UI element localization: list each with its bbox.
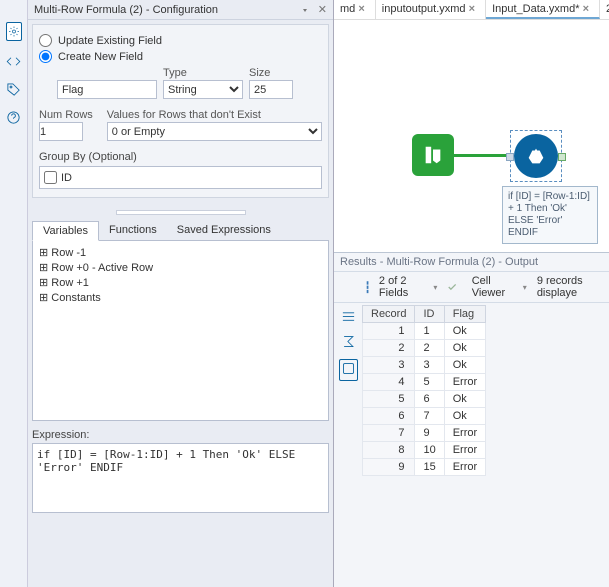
field-name-input[interactable] bbox=[57, 80, 157, 99]
input-anchor[interactable] bbox=[506, 153, 514, 161]
connection-line[interactable] bbox=[454, 154, 510, 157]
table-row: 22Ok bbox=[363, 340, 486, 357]
close-icon[interactable]: × bbox=[469, 3, 475, 15]
tree-row-active[interactable]: ⊞ Row +0 - Active Row bbox=[37, 260, 324, 275]
input-tool[interactable] bbox=[412, 134, 454, 176]
tag-icon[interactable] bbox=[6, 81, 22, 97]
results-grid[interactable]: RecordIDFlag 11Ok 22Ok 33Ok 45Error 56Ok… bbox=[362, 305, 486, 476]
radio-update-label: Update Existing Field bbox=[58, 35, 162, 47]
close-icon[interactable]: × bbox=[358, 3, 364, 15]
code-icon[interactable] bbox=[6, 53, 22, 69]
records-count: 9 records displaye bbox=[537, 275, 603, 299]
table-row: 915Error bbox=[363, 459, 486, 476]
results-title: Results - Multi-Row Formula (2) - Output bbox=[334, 253, 609, 271]
groupby-id-checkbox[interactable] bbox=[44, 171, 57, 184]
workflow-canvas[interactable]: if [ID] = [Row-1:ID] + 1 Then 'Ok' ELSE … bbox=[334, 20, 609, 252]
sigma-icon[interactable] bbox=[341, 334, 356, 349]
multirow-tool[interactable] bbox=[510, 130, 562, 182]
results-icon-rail bbox=[334, 303, 362, 476]
table-row: 79Error bbox=[363, 425, 486, 442]
setup-icon[interactable] bbox=[6, 22, 22, 41]
data-icon[interactable] bbox=[341, 361, 356, 376]
radio-update[interactable] bbox=[39, 34, 52, 47]
tree-row-plus1[interactable]: ⊞ Row +1 bbox=[37, 275, 324, 290]
expression-label: Expression: bbox=[32, 429, 329, 441]
file-tab-3[interactable]: 2021 bbox=[600, 0, 609, 19]
radio-create-label: Create New Field bbox=[58, 51, 143, 63]
groupby-box: ID bbox=[39, 166, 322, 189]
progress-bar bbox=[116, 210, 246, 215]
config-form: Update Existing Field Create New Field T… bbox=[32, 24, 329, 198]
table-row: 45Error bbox=[363, 374, 486, 391]
fields-count[interactable]: 2 of 2 Fields bbox=[379, 275, 423, 299]
close-icon[interactable]: ✕ bbox=[318, 0, 327, 20]
close-icon[interactable]: × bbox=[583, 3, 589, 15]
table-row: 67Ok bbox=[363, 408, 486, 425]
col-flag[interactable]: Flag bbox=[444, 306, 485, 323]
file-tab-0[interactable]: md × bbox=[334, 0, 376, 19]
numrows-label: Num Rows bbox=[39, 109, 93, 121]
file-tab-1[interactable]: inputoutput.yxmd × bbox=[376, 0, 486, 19]
tab-saved[interactable]: Saved Expressions bbox=[167, 221, 281, 240]
tree-row-minus1[interactable]: ⊞ Row -1 bbox=[37, 245, 324, 260]
tab-functions[interactable]: Functions bbox=[99, 221, 167, 240]
size-input[interactable] bbox=[249, 80, 293, 99]
expression-input[interactable]: if [ID] = [Row-1:ID] + 1 Then 'Ok' ELSE … bbox=[32, 443, 329, 513]
type-label: Type bbox=[163, 67, 243, 79]
table-row: 11Ok bbox=[363, 323, 486, 340]
table-row: 33Ok bbox=[363, 357, 486, 374]
file-tab-2[interactable]: Input_Data.yxmd* × bbox=[486, 0, 600, 19]
panel-title: Multi-Row Formula (2) - Configuration bbox=[34, 0, 218, 20]
missing-select[interactable]: 0 or Empty bbox=[107, 122, 322, 141]
output-anchor[interactable] bbox=[558, 153, 566, 161]
table-row: 810Error bbox=[363, 442, 486, 459]
panel-title-bar: Multi-Row Formula (2) - Configuration ✕ bbox=[28, 0, 333, 20]
cell-viewer[interactable]: Cell Viewer bbox=[472, 275, 513, 299]
type-select[interactable]: String bbox=[163, 80, 243, 99]
pin-icon[interactable] bbox=[300, 5, 310, 15]
tree-constants[interactable]: ⊞ Constants bbox=[37, 290, 324, 305]
check-icon[interactable] bbox=[447, 280, 457, 294]
results-panel: Results - Multi-Row Formula (2) - Output… bbox=[334, 252, 609, 587]
variable-tree[interactable]: ⊞ Row -1 ⊞ Row +0 - Active Row ⊞ Row +1 … bbox=[32, 241, 329, 421]
numrows-input[interactable] bbox=[39, 122, 83, 141]
vars-tabs: Variables Functions Saved Expressions bbox=[32, 221, 329, 241]
groupby-id-label: ID bbox=[61, 172, 72, 184]
left-icon-rail bbox=[0, 0, 28, 587]
size-label: Size bbox=[249, 67, 293, 79]
col-id[interactable]: ID bbox=[415, 306, 444, 323]
col-record[interactable]: Record bbox=[363, 306, 415, 323]
tool-annotation: if [ID] = [Row-1:ID] + 1 Then 'Ok' ELSE … bbox=[502, 186, 598, 244]
results-toolbar: ┇ 2 of 2 Fields▾ Cell Viewer▾ 9 records … bbox=[334, 271, 609, 303]
radio-create[interactable] bbox=[39, 50, 52, 63]
groupby-label: Group By (Optional) bbox=[39, 151, 322, 163]
missing-label: Values for Rows that don't Exist bbox=[107, 109, 322, 121]
table-row: 56Ok bbox=[363, 391, 486, 408]
tab-variables[interactable]: Variables bbox=[32, 221, 99, 241]
help-icon[interactable] bbox=[6, 109, 22, 125]
messages-icon[interactable] bbox=[341, 309, 356, 324]
